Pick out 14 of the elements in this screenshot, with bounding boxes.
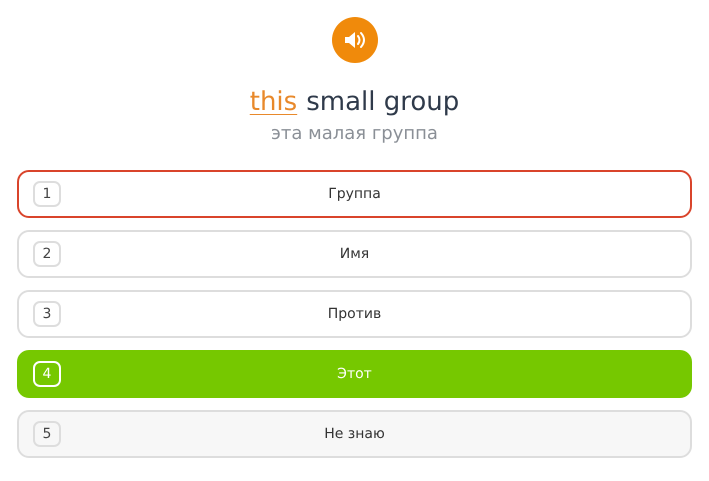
- highlighted-word: this: [250, 86, 298, 119]
- phrase-text: small group: [306, 86, 460, 119]
- speaker-icon: [344, 31, 366, 49]
- answer-option[interactable]: 3 Против: [17, 290, 692, 338]
- dont-know-button[interactable]: 5 Не знаю: [17, 410, 692, 458]
- number-key: 4: [33, 361, 61, 387]
- translation: эта малая группа: [271, 123, 438, 144]
- audio-button[interactable]: [332, 17, 378, 63]
- number-key: 5: [33, 421, 61, 447]
- number-key: 3: [33, 301, 61, 327]
- answer-option[interactable]: 2 Имя: [17, 230, 692, 278]
- number-key: 2: [33, 241, 61, 267]
- number-key: 1: [33, 181, 61, 207]
- answer-option[interactable]: 1 Группа: [17, 170, 692, 218]
